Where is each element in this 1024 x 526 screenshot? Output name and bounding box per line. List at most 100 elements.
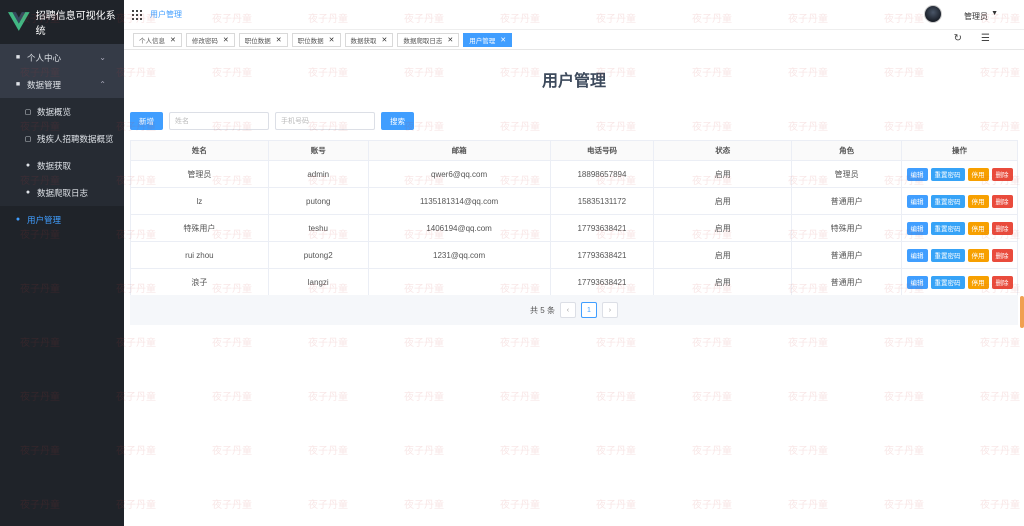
refresh-icon[interactable]: ↻ (954, 33, 962, 44)
table-cell: 普通用户 (791, 268, 903, 296)
disable-button[interactable]: 停用 (967, 221, 989, 235)
reset-password-button[interactable]: 重置密码 (930, 221, 965, 235)
column-header: 邮箱 (367, 140, 551, 161)
close-icon[interactable]: ✕ (500, 36, 506, 44)
reset-password-button[interactable]: 重置密码 (930, 167, 965, 181)
close-icon[interactable]: ✕ (170, 36, 176, 44)
user-menu-label[interactable]: 管理员 (964, 11, 988, 22)
tab[interactable]: 用户管理 ✕ (463, 32, 513, 47)
table-row: 浪子 langzi 17793638421 启用 普通用户 编辑 重置密码 停用 删除 (130, 268, 1018, 296)
reset-password-button[interactable]: 重置密码 (930, 248, 965, 262)
disable-button[interactable]: 停用 (967, 194, 989, 208)
reset-password-button[interactable]: 重置密码 (930, 275, 965, 289)
edit-button[interactable]: 编辑 (906, 248, 928, 262)
disable-button[interactable]: 停用 (967, 167, 989, 181)
sidebar-item-label: 数据爬取日志 (37, 187, 89, 198)
tab[interactable]: 数据爬取日志 ✕ (397, 32, 460, 47)
tab[interactable]: 个人信息 ✕ (133, 32, 182, 47)
doc-icon: ▢ (24, 135, 32, 143)
pagination-total: 共 5 条 (530, 305, 555, 315)
table-cell: 普通用户 (791, 241, 903, 269)
table-cell: 1406194@qq.com (367, 214, 551, 242)
delete-button[interactable]: 删除 (991, 275, 1013, 289)
close-icon[interactable]: ✕ (276, 36, 282, 44)
sidebar-item[interactable]: ▢ 残疾人招聘数据概览 (0, 125, 124, 152)
table-cell: 管理员 (791, 160, 903, 188)
apps-grid-icon[interactable] (132, 9, 142, 20)
table-cell: 启用 (653, 160, 793, 188)
search-toolbar: 新增 搜索 (130, 112, 414, 130)
actions-cell: 编辑 重置密码 停用 删除 (901, 214, 1018, 242)
edit-button[interactable]: 编辑 (906, 194, 928, 208)
square-icon: ■ (15, 54, 21, 61)
tab[interactable]: 职位数据 ✕ (238, 32, 288, 47)
sidebar-item[interactable]: ● 数据爬取日志 (0, 179, 124, 206)
table-cell: teshu (267, 214, 369, 242)
table-cell: 1231@qq.com (367, 241, 551, 269)
column-header: 角色 (791, 140, 903, 161)
edit-button[interactable]: 编辑 (906, 167, 928, 181)
column-header: 电话号码 (549, 140, 655, 161)
table-cell: lz (130, 187, 269, 215)
sidebar-item-label: 个人中心 (27, 52, 62, 63)
table-row: lz putong 1135181314@qq.com 15835131172 启用 普通… (130, 187, 1018, 215)
sidebar-item-label: 数据概览 (37, 106, 72, 117)
tab-label: 修改密码 (191, 37, 218, 45)
table-cell: 启用 (653, 187, 793, 215)
chevron-icon: ⌄ (99, 53, 106, 62)
users-table: 姓名 账号 邮箱 电话号码 状态 角色 操作 管理员 admin qwer6@qq.com 188… (130, 140, 1018, 296)
user-icon: ● (15, 216, 21, 223)
actions-cell: 编辑 重置密码 停用 删除 (901, 268, 1018, 296)
sidebar-item[interactable]: ■ 数据管理 ⌃ (0, 71, 124, 98)
tab-label: 个人信息 (139, 37, 165, 45)
table-cell: 启用 (653, 241, 793, 269)
breadcrumb[interactable]: 用户管理 (150, 9, 182, 20)
chevron-icon: ⌃ (99, 80, 106, 89)
scroll-handle[interactable] (1020, 296, 1024, 328)
caret-down-icon[interactable]: ▼ (991, 10, 998, 17)
vue-logo-icon (8, 12, 30, 31)
delete-button[interactable]: 删除 (991, 221, 1013, 235)
table-cell (367, 268, 551, 296)
user-icon: ● (25, 162, 31, 169)
edit-button[interactable]: 编辑 (906, 221, 928, 235)
sidebar-item-label: 用户管理 (27, 214, 62, 225)
actions-cell: 编辑 重置密码 停用 删除 (901, 160, 1018, 188)
name-input[interactable] (169, 112, 269, 130)
phone-input[interactable] (275, 112, 375, 130)
table-cell: admin (267, 160, 369, 188)
close-icon[interactable]: ✕ (329, 36, 335, 44)
table-row: rui zhou putong2 1231@qq.com 17793638421 启用普… (130, 241, 1018, 269)
add-button[interactable]: 新增 (130, 112, 163, 130)
disable-button[interactable]: 停用 (967, 275, 989, 289)
avatar[interactable] (924, 5, 942, 23)
close-icon[interactable]: ✕ (447, 36, 453, 44)
close-icon[interactable]: ✕ (382, 36, 388, 44)
prev-page-button[interactable]: ‹ (559, 302, 576, 318)
tab[interactable]: 数据获取 ✕ (344, 32, 394, 47)
reset-password-button[interactable]: 重置密码 (930, 194, 965, 208)
sidebar-menu: ■ 个人中心 ⌄ ■ 数据管理 ⌃ ▢ 数据概览 ▢ 残疾人招聘数据概览 ● 数据获取 ● 数据爬取日志 ●… (0, 44, 124, 233)
tab[interactable]: 修改密码 ✕ (185, 32, 235, 47)
settings-sliders-icon[interactable]: ☰ (981, 33, 990, 44)
sidebar-item[interactable]: ▢ 数据概览 (0, 98, 124, 125)
table-cell: 浪子 (130, 268, 269, 296)
table-cell: 17793638421 (549, 214, 655, 242)
next-page-button[interactable]: › (601, 302, 618, 318)
sidebar-item-label: 数据管理 (27, 79, 62, 90)
tab-label: 数据爬取日志 (403, 37, 443, 45)
page-number-button[interactable]: 1 (580, 302, 597, 318)
sidebar-item[interactable]: ● 用户管理 (0, 206, 124, 233)
delete-button[interactable]: 删除 (991, 248, 1013, 262)
close-icon[interactable]: ✕ (223, 36, 229, 44)
delete-button[interactable]: 删除 (991, 167, 1013, 181)
column-header: 状态 (653, 140, 793, 161)
sidebar-item[interactable]: ■ 个人中心 ⌄ (0, 44, 124, 71)
sidebar-item[interactable]: ● 数据获取 (0, 152, 124, 179)
disable-button[interactable]: 停用 (967, 248, 989, 262)
delete-button[interactable]: 删除 (991, 194, 1013, 208)
tab[interactable]: 职位数据 ✕ (291, 32, 341, 47)
column-header: 账号 (267, 140, 369, 161)
edit-button[interactable]: 编辑 (906, 275, 928, 289)
search-button[interactable]: 搜索 (381, 112, 414, 130)
